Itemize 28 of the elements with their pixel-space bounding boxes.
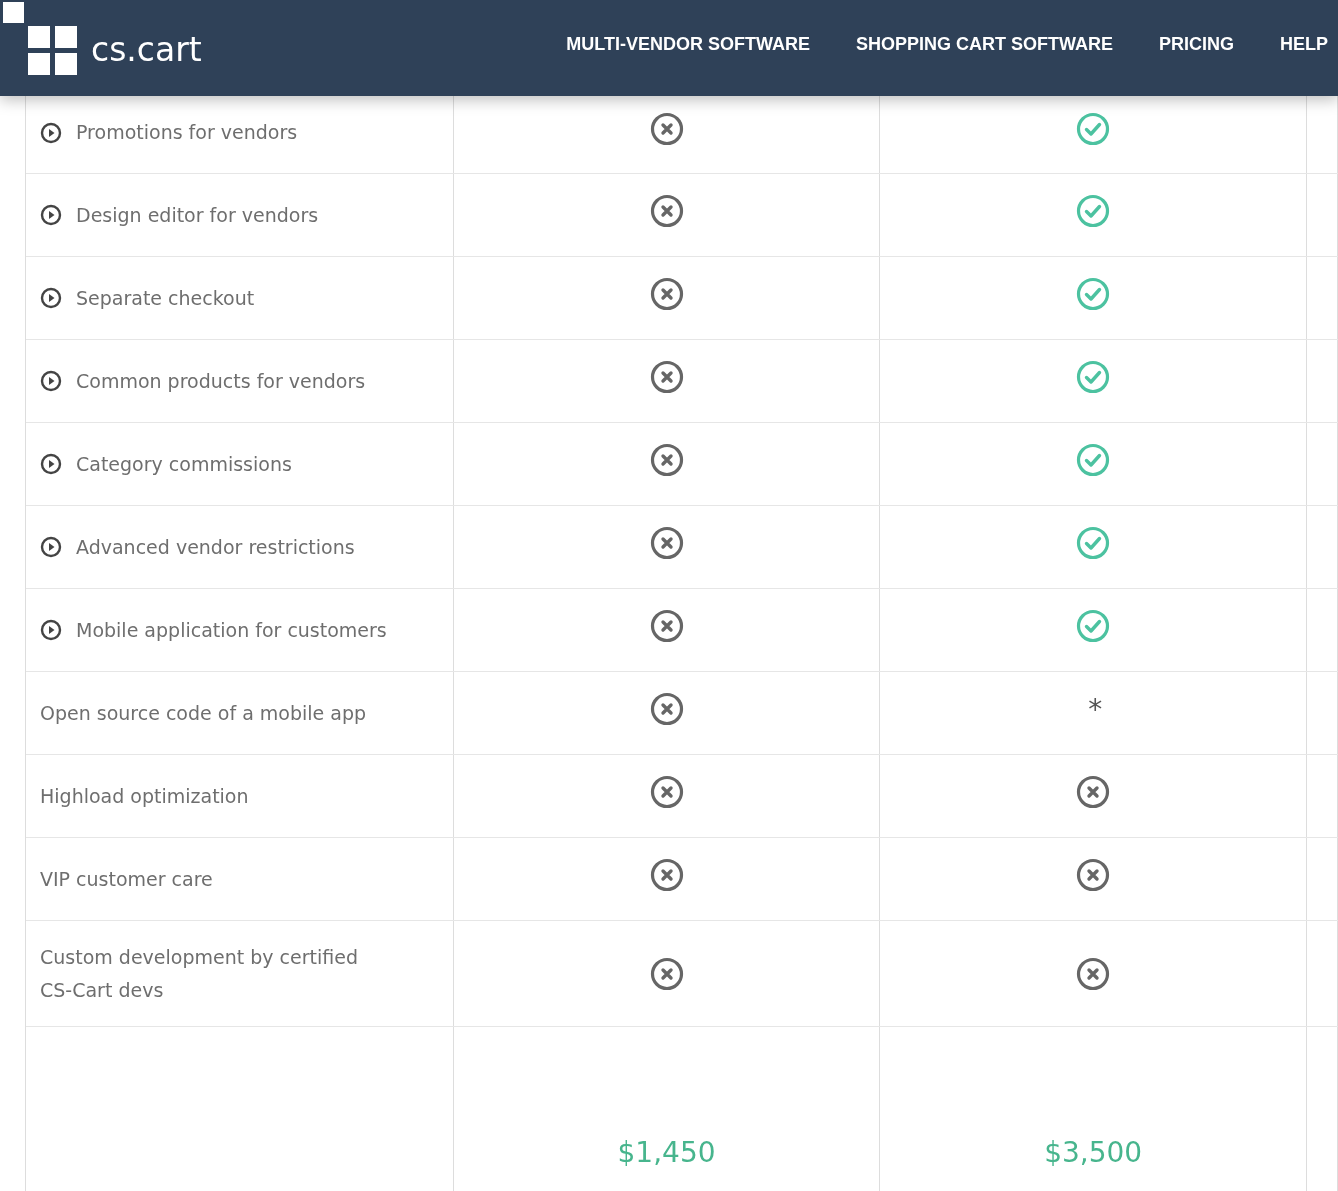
- feature-label: Open source code of a mobile app: [40, 700, 367, 726]
- feature-label: Mobile application for customers: [76, 617, 387, 643]
- play-circle-icon[interactable]: [40, 287, 62, 309]
- feature-label: VIP customer care: [40, 866, 213, 892]
- play-circle-icon[interactable]: [40, 453, 62, 475]
- corner-square: [3, 2, 24, 23]
- nav-link[interactable]: SHOPPING CART SOFTWARE: [855, 33, 1113, 55]
- play-circle-icon[interactable]: [40, 121, 62, 144]
- asterisk-note: *: [1088, 692, 1103, 726]
- play-circle-icon[interactable]: [40, 370, 62, 392]
- price: $1,450: [617, 1136, 716, 1169]
- nav-link[interactable]: HELP: [1280, 33, 1328, 55]
- feature-label: Design editor for vendors: [76, 202, 319, 228]
- feature-label: Promotions for vendors: [76, 120, 298, 145]
- feature-label: Custom development by certified CS-Cart devs: [40, 944, 359, 1003]
- logo-squares-icon: [28, 26, 78, 76]
- nav-link[interactable]: MULTI-VENDOR SOFTWARE: [566, 33, 810, 55]
- play-circle-icon[interactable]: [40, 619, 62, 641]
- play-circle-icon[interactable]: [40, 204, 62, 226]
- play-circle-icon[interactable]: [40, 536, 62, 558]
- feature-label: Separate checkout: [76, 285, 255, 311]
- logo-text[interactable]: cs.cart: [91, 29, 202, 69]
- feature-label: Category commissions: [76, 451, 292, 477]
- price: $3,500: [1044, 1136, 1143, 1169]
- feature-label: Advanced vendor restrictions: [76, 534, 355, 560]
- feature-label: Common products for vendors: [76, 368, 366, 394]
- nav-link[interactable]: PRICING: [1158, 33, 1234, 55]
- feature-label: Highload optimization: [40, 783, 249, 809]
